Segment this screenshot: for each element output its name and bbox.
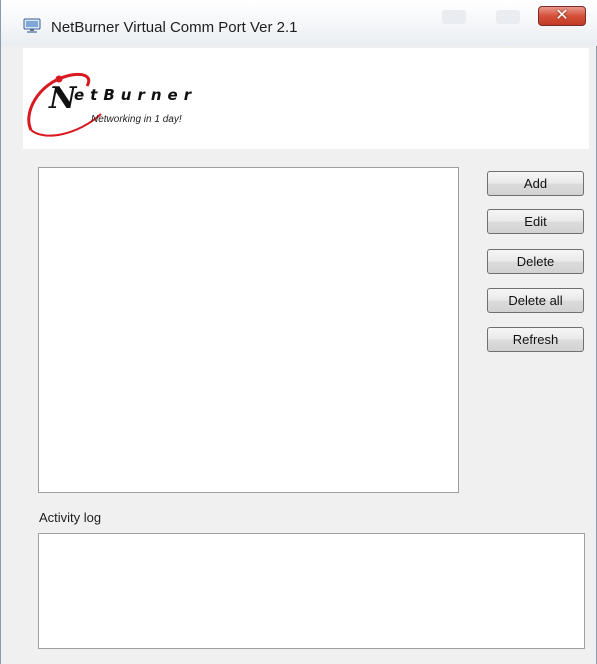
add-button[interactable]: Add [487, 171, 584, 196]
activity-log-label: Activity log [39, 510, 102, 525]
minimize-button[interactable] [442, 10, 466, 24]
window-title: NetBurner Virtual Comm Port Ver 2.1 [51, 19, 298, 36]
computer-monitor-icon [23, 18, 41, 33]
close-button[interactable]: ✕ [538, 6, 586, 26]
delete-button[interactable]: Delete [487, 249, 584, 274]
title-bar[interactable]: NetBurner Virtual Comm Port Ver 2.1 ✕ [1, 0, 597, 46]
logo-brand-text: etBurner [74, 86, 198, 104]
activity-log[interactable] [38, 533, 585, 649]
refresh-button[interactable]: Refresh [487, 327, 584, 352]
maximize-button[interactable] [496, 10, 520, 24]
app-window: NetBurner Virtual Comm Port Ver 2.1 ✕ N … [0, 0, 597, 664]
delete-all-button[interactable]: Delete all [487, 288, 584, 313]
port-list[interactable] [38, 167, 459, 493]
logo-tagline: Networking in 1 day! [91, 114, 182, 125]
edit-button[interactable]: Edit [487, 209, 584, 234]
close-icon: ✕ [555, 7, 569, 24]
